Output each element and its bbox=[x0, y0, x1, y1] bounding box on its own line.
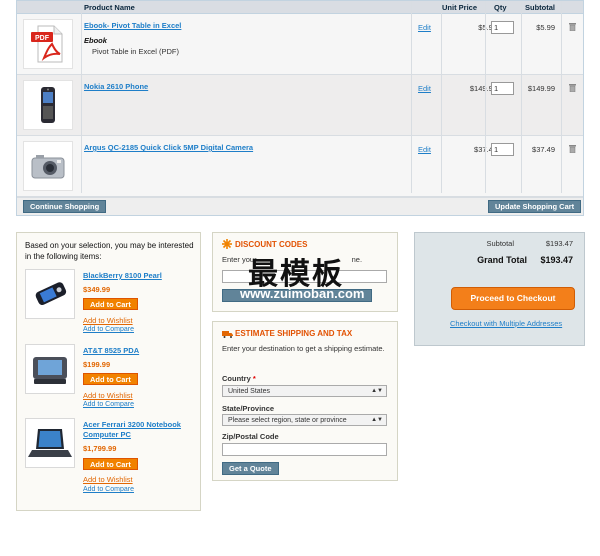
header-subtotal: Subtotal bbox=[525, 3, 555, 12]
edit-link[interactable]: Edit bbox=[418, 145, 431, 154]
crosssell-price: $199.99 bbox=[83, 360, 111, 369]
unit-price: $149.99 bbox=[469, 84, 497, 93]
row-subtotal: $149.99 bbox=[527, 84, 555, 93]
column-divider bbox=[521, 1, 522, 193]
product-option-label: Ebook bbox=[84, 36, 107, 45]
row-subtotal: $37.49 bbox=[532, 145, 555, 154]
list-item: Acer Ferrari 3200 Notebook Computer PC $… bbox=[25, 418, 197, 493]
column-divider bbox=[441, 1, 442, 193]
trash-icon[interactable] bbox=[568, 22, 577, 32]
chevron-down-icon: ▲▼ bbox=[371, 388, 383, 394]
table-row: Nokia 2610 Phone Edit $149.99 1 $149.99 bbox=[17, 75, 583, 136]
truck-icon bbox=[222, 330, 233, 340]
trash-icon[interactable] bbox=[568, 83, 577, 93]
table-row: Argus QC-2185 Quick Click 5MP Digital Ca… bbox=[17, 136, 583, 197]
column-divider bbox=[411, 1, 412, 193]
subtotal-label: Subtotal bbox=[486, 239, 514, 248]
add-to-cart-button[interactable]: Add to Cart bbox=[83, 298, 138, 310]
zip-input[interactable] bbox=[222, 443, 387, 456]
column-divider bbox=[485, 1, 486, 193]
list-item: BlackBerry 8100 Pearl $349.99 Add to Car… bbox=[25, 269, 197, 344]
estimate-shipping-box: ESTIMATE SHIPPING AND TAX Enter your des… bbox=[212, 321, 398, 481]
phone-icon[interactable] bbox=[23, 80, 73, 130]
header-product-name: Product Name bbox=[84, 3, 135, 12]
pda-icon[interactable] bbox=[25, 344, 75, 394]
crosssell-box: Based on your selection, you may be inte… bbox=[16, 232, 201, 511]
camera-icon[interactable] bbox=[23, 141, 73, 191]
get-quote-button[interactable]: Get a Quote bbox=[222, 462, 279, 475]
row-subtotal: $5.99 bbox=[536, 23, 555, 32]
header-qty: Qty bbox=[494, 3, 507, 12]
crosssell-intro: Based on your selection, you may be inte… bbox=[25, 241, 194, 261]
cart-actions: Continue Shopping Update Shopping Cart bbox=[17, 197, 583, 215]
shipping-title: ESTIMATE SHIPPING AND TAX bbox=[235, 329, 353, 338]
add-to-cart-button[interactable]: Add to Cart bbox=[83, 373, 138, 385]
asterisk-icon bbox=[222, 239, 232, 251]
unit-price: $37.49 bbox=[445, 145, 497, 154]
grand-total-value: $193.47 bbox=[540, 255, 573, 265]
add-to-compare-link[interactable]: Add to Compare bbox=[83, 401, 134, 408]
continue-shopping-button[interactable]: Continue Shopping bbox=[23, 200, 107, 213]
add-to-compare-link[interactable]: Add to Compare bbox=[83, 326, 134, 333]
column-divider bbox=[561, 1, 562, 193]
shopping-cart-table: Product Name Unit Price Qty Subtotal PDF… bbox=[16, 0, 584, 216]
crosssell-product-link[interactable]: Acer Ferrari 3200 Notebook Computer PC bbox=[83, 420, 195, 440]
product-option-value: Pivot Table in Excel (PDF) bbox=[92, 47, 179, 56]
product-name-link[interactable]: Argus QC-2185 Quick Click 5MP Digital Ca… bbox=[84, 143, 253, 152]
grand-total-label: Grand Total bbox=[477, 255, 527, 265]
add-to-wishlist-link[interactable]: Add to Wishlist bbox=[83, 391, 133, 400]
list-item: AT&T 8525 PDA $199.99 Add to Cart Add to… bbox=[25, 344, 197, 419]
watermark-url: www.zuimoban.com bbox=[240, 286, 365, 301]
proceed-to-checkout-button[interactable]: Proceed to Checkout bbox=[451, 287, 575, 310]
laptop-icon[interactable] bbox=[25, 418, 75, 468]
unit-price: $5.99 bbox=[478, 23, 497, 32]
state-label: State/Province bbox=[222, 404, 275, 413]
cart-totals-box: Subtotal $193.47 Grand Total $193.47 Pro… bbox=[414, 232, 585, 346]
discount-title: DISCOUNT CODES bbox=[235, 240, 308, 249]
cart-table-header: Product Name Unit Price Qty Subtotal bbox=[17, 1, 583, 14]
trash-icon[interactable] bbox=[568, 144, 577, 154]
country-select[interactable]: United States ▲▼ bbox=[222, 385, 387, 397]
add-to-cart-button[interactable]: Add to Cart bbox=[83, 458, 138, 470]
blackberry-icon[interactable] bbox=[25, 269, 75, 319]
pdf-icon[interactable]: PDF bbox=[23, 19, 73, 69]
zip-label: Zip/Postal Code bbox=[222, 432, 279, 441]
edit-link[interactable]: Edit bbox=[418, 84, 431, 93]
add-to-wishlist-link[interactable]: Add to Wishlist bbox=[83, 475, 133, 484]
header-unit-price: Unit Price bbox=[442, 3, 478, 12]
svg-text:PDF: PDF bbox=[35, 35, 50, 42]
add-to-compare-link[interactable]: Add to Compare bbox=[83, 486, 134, 493]
country-label: Country * bbox=[222, 374, 256, 383]
chevron-down-icon: ▲▼ bbox=[371, 417, 383, 423]
shipping-text: Enter your destination to get a shipping… bbox=[222, 344, 385, 353]
table-row: PDF Ebook- Pivot Table in Excel Ebook Pi… bbox=[17, 14, 583, 75]
crosssell-product-link[interactable]: BlackBerry 8100 Pearl bbox=[83, 271, 195, 281]
crosssell-price: $349.99 bbox=[83, 285, 111, 294]
subtotal-value: $193.47 bbox=[545, 239, 573, 248]
crosssell-product-link[interactable]: AT&T 8525 PDA bbox=[83, 346, 195, 356]
column-divider bbox=[81, 1, 82, 193]
edit-link[interactable]: Edit bbox=[418, 23, 431, 32]
update-cart-button[interactable]: Update Shopping Cart bbox=[488, 200, 582, 213]
multiple-addresses-link[interactable]: Checkout with Multiple Addresses bbox=[450, 319, 562, 328]
product-name-link[interactable]: Ebook- Pivot Table in Excel bbox=[84, 21, 181, 30]
product-name-link[interactable]: Nokia 2610 Phone bbox=[84, 82, 148, 91]
add-to-wishlist-link[interactable]: Add to Wishlist bbox=[83, 316, 133, 325]
state-select[interactable]: Please select region, state or province ▲… bbox=[222, 414, 387, 426]
crosssell-price: $1,799.99 bbox=[83, 444, 117, 453]
